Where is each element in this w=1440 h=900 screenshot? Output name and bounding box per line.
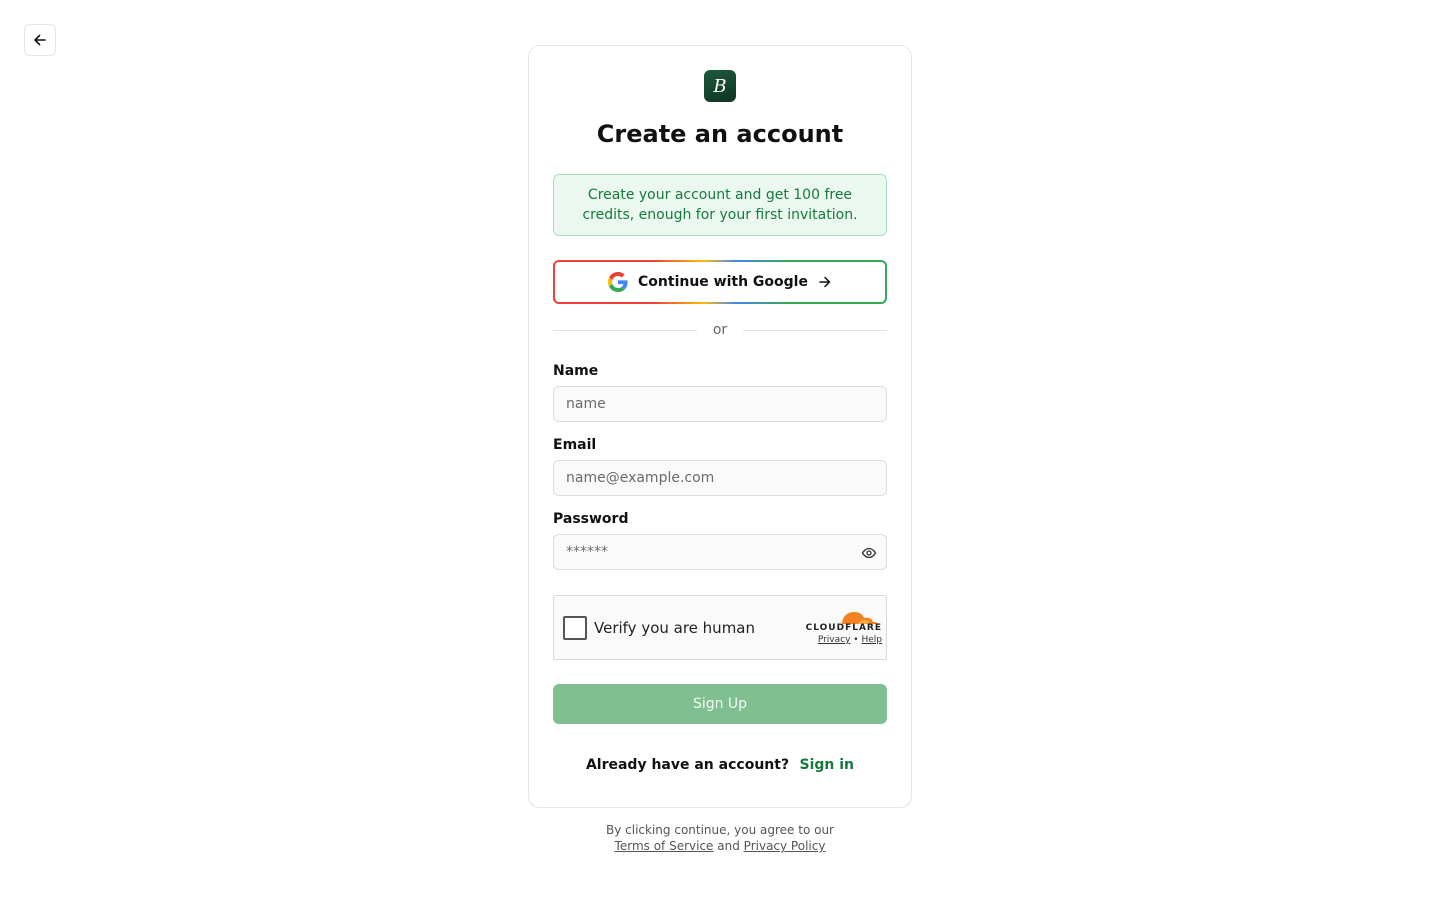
- legal-footer: By clicking continue, you agree to our T…: [520, 822, 920, 854]
- back-button[interactable]: [24, 24, 56, 56]
- or-divider: or: [553, 320, 888, 340]
- divider-text: or: [712, 322, 728, 338]
- toggle-password-visibility-button[interactable]: [859, 543, 879, 563]
- legal-footer-and: and: [717, 839, 740, 853]
- cloudflare-brand: CLOUDFLARE: [805, 623, 882, 633]
- signup-card: B Create an account Create your account …: [528, 45, 912, 808]
- sign-in-link[interactable]: Sign in: [800, 757, 855, 773]
- password-input[interactable]: [553, 534, 887, 570]
- terms-of-service-link[interactable]: Terms of Service: [615, 839, 714, 853]
- google-icon: [608, 272, 628, 292]
- brand-logo-letter: B: [712, 76, 726, 97]
- captcha-privacy-link[interactable]: Privacy: [818, 635, 851, 645]
- captcha-help-link[interactable]: Help: [861, 635, 882, 645]
- brand-logo-icon: B: [712, 76, 726, 97]
- cloudflare-links: Privacy • Help: [804, 635, 882, 645]
- privacy-policy-link[interactable]: Privacy Policy: [744, 839, 826, 853]
- eye-icon: [861, 545, 877, 561]
- email-label: Email: [553, 437, 597, 453]
- name-label: Name: [553, 363, 599, 379]
- arrow-right-icon: [818, 275, 832, 289]
- page-title: Create an account: [596, 120, 844, 148]
- captcha-widget: Verify you are human CLOUDFLARE Privacy …: [553, 595, 887, 660]
- continue-with-google-button[interactable]: Continue with Google: [553, 260, 887, 304]
- name-input[interactable]: [553, 386, 887, 422]
- captcha-separator: •: [853, 635, 859, 645]
- brand-logo: B: [704, 70, 736, 102]
- captcha-label: Verify you are human: [594, 619, 756, 637]
- promo-banner: Create your account and get 100 free cre…: [553, 174, 887, 236]
- legal-footer-line1: By clicking continue, you agree to our: [606, 823, 834, 837]
- captcha-checkbox[interactable]: [563, 616, 587, 640]
- promo-text: Create your account and get 100 free cre…: [582, 187, 858, 223]
- divider-line: [743, 329, 888, 331]
- sign-up-button[interactable]: Sign Up: [553, 684, 887, 724]
- signin-prompt: Already have an account? Sign in: [529, 754, 911, 776]
- divider-line: [553, 329, 697, 331]
- email-input[interactable]: [553, 460, 887, 496]
- password-label: Password: [553, 511, 629, 527]
- arrow-left-icon: [32, 32, 48, 48]
- signin-question: Already have an account?: [585, 757, 790, 773]
- continue-with-google-label: Continue with Google: [638, 274, 808, 290]
